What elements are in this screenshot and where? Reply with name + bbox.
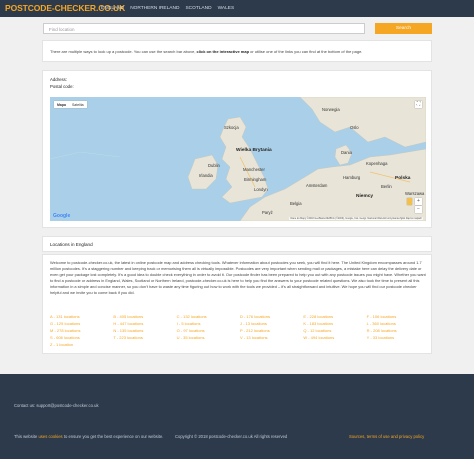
map-attribution[interactable]: Dane do Mapy ©2018 GeoBasis-DE/BKG (©200… bbox=[289, 217, 423, 220]
copyright-text: Copyright © 2018 postcode-checker.co.uk … bbox=[175, 434, 288, 439]
map-label-niemcy: Niemcy bbox=[356, 194, 374, 199]
nav-scotland[interactable]: SCOTLAND bbox=[185, 6, 211, 11]
map-label-paryz: Paryż bbox=[262, 210, 273, 215]
fullscreen-icon[interactable]: ⛶ bbox=[415, 101, 422, 108]
sources-terms-link[interactable]: Sources, terms of use and privacy policy bbox=[349, 434, 424, 439]
letter-link-b[interactable]: B - 405 locations bbox=[113, 313, 176, 320]
map-label-norwegia: Norwegia bbox=[322, 107, 340, 112]
map-label-szkocja: Szkocja bbox=[224, 125, 239, 130]
top-navbar: POSTCODE-CHECKER.CO.UK ENGLAND NORTHERN … bbox=[0, 0, 474, 17]
letter-link-h[interactable]: H - 447 locations bbox=[113, 320, 176, 327]
address-label: Address: bbox=[50, 77, 67, 82]
letter-link-g[interactable]: G - 125 locations bbox=[50, 320, 113, 327]
letter-link-o[interactable]: O - 97 locations bbox=[177, 327, 240, 334]
footer-contact[interactable]: Contact us: support@postcode-checker.co.… bbox=[14, 403, 99, 408]
letter-link-t[interactable]: T - 223 locations bbox=[113, 334, 176, 341]
street-view-pegman-icon[interactable] bbox=[407, 198, 412, 205]
letter-link-w[interactable]: W - 494 locations bbox=[303, 334, 366, 341]
intro-card: There are multiple ways to look up a pos… bbox=[42, 40, 432, 62]
locations-heading: Locations in England bbox=[50, 242, 93, 247]
nav-northern-ireland[interactable]: NORTHERN IRELAND bbox=[130, 6, 179, 11]
letter-link-k[interactable]: K - 183 locations bbox=[303, 320, 366, 327]
nav-england[interactable]: ENGLAND bbox=[101, 6, 124, 11]
map-label-dublin: Dublin bbox=[208, 163, 220, 168]
letter-link-c[interactable]: C - 132 locations bbox=[177, 313, 240, 320]
intro-text: There are multiple ways to look up a pos… bbox=[50, 49, 363, 54]
map-land-shapes bbox=[50, 97, 426, 221]
interactive-map[interactable]: Mapa Satelita ⛶ + − Wielka Brytania Irla… bbox=[50, 97, 426, 221]
letter-link-l[interactable]: L - 360 locations bbox=[367, 320, 430, 327]
cookie-link[interactable]: uses cookies bbox=[38, 434, 62, 439]
letter-link-f[interactable]: F - 106 locations bbox=[367, 313, 430, 320]
main-nav: ENGLAND NORTHERN IRELAND SCOTLAND WALES bbox=[101, 6, 234, 11]
map-label-berlin: Berlin bbox=[381, 184, 392, 189]
nav-wales[interactable]: WALES bbox=[218, 6, 235, 11]
map-label-manchester: Manchester bbox=[243, 167, 265, 172]
map-label-hamburg: Hamburg bbox=[343, 175, 361, 180]
letter-link-d[interactable]: D - 176 locations bbox=[240, 313, 303, 320]
letter-link-v[interactable]: V - 13 locations bbox=[240, 334, 303, 341]
letter-link-q[interactable]: Q - 12 locations bbox=[303, 327, 366, 334]
map-label-oslo: Oslo bbox=[350, 125, 359, 130]
map-label-birmingham: Birmingham bbox=[244, 177, 267, 182]
map-label-amsterdam: Amsterdam bbox=[306, 183, 328, 188]
map-label-polska: Polska bbox=[395, 176, 411, 181]
letter-link-i[interactable]: I - 5 locations bbox=[177, 320, 240, 327]
zoom-out-button[interactable]: − bbox=[415, 206, 422, 213]
letter-link-y[interactable]: Y - 33 locations bbox=[367, 334, 430, 341]
letter-links-grid: A - 131 locations B - 405 locations C - … bbox=[50, 313, 430, 348]
map-label-dania: Dania bbox=[341, 150, 352, 155]
address-card: Address: Postal code: Mapa Satelita ⛶ + … bbox=[42, 70, 432, 228]
letter-link-a[interactable]: A - 131 locations bbox=[50, 313, 113, 320]
map-label-warszawa: Warszawa bbox=[405, 191, 425, 196]
map-label-irlandia: Irlandia bbox=[199, 173, 213, 178]
letter-link-r[interactable]: R - 208 locations bbox=[367, 327, 430, 334]
map-label-londyn: Londyn bbox=[254, 187, 268, 192]
letter-link-j[interactable]: J - 13 locations bbox=[240, 320, 303, 327]
zoom-in-button[interactable]: + bbox=[415, 198, 422, 205]
search-button[interactable]: Search bbox=[375, 23, 432, 34]
search-input[interactable]: Find location bbox=[43, 23, 365, 34]
cookie-notice: This website uses cookies to ensure you … bbox=[14, 434, 164, 439]
map-type-switch: Mapa Satelita bbox=[54, 101, 87, 108]
map-label-kopenhaga: Kopenhaga bbox=[366, 161, 388, 166]
page-footer: Contact us: support@postcode-checker.co.… bbox=[0, 374, 474, 459]
map-label-belgia: Belgia bbox=[290, 201, 302, 206]
google-logo[interactable]: Google bbox=[53, 213, 70, 219]
letter-link-u[interactable]: U - 35 locations bbox=[177, 334, 240, 341]
letter-link-n[interactable]: N - 135 locations bbox=[113, 327, 176, 334]
letter-link-s[interactable]: S - 606 locations bbox=[50, 334, 113, 341]
map-type-map[interactable]: Mapa bbox=[54, 101, 69, 108]
locations-description: Welcome to postcode-checker.co.uk, the l… bbox=[50, 260, 426, 295]
letter-link-m[interactable]: M - 278 locations bbox=[50, 327, 113, 334]
letter-link-p[interactable]: P - 212 locations bbox=[240, 327, 303, 334]
map-label-wielka-brytania: Wielka Brytania bbox=[236, 148, 272, 153]
locations-heading-card: Locations in England bbox=[42, 236, 432, 252]
map-type-satellite[interactable]: Satelita bbox=[69, 101, 87, 108]
locations-card: Welcome to postcode-checker.co.uk, the l… bbox=[42, 254, 432, 354]
letter-link-e[interactable]: E - 228 locations bbox=[303, 313, 366, 320]
letter-link-z[interactable]: Z - 1 location bbox=[50, 341, 113, 348]
postal-code-label: Postal code: bbox=[50, 84, 74, 89]
interactive-map-link[interactable]: click on the interactive map bbox=[197, 49, 249, 54]
